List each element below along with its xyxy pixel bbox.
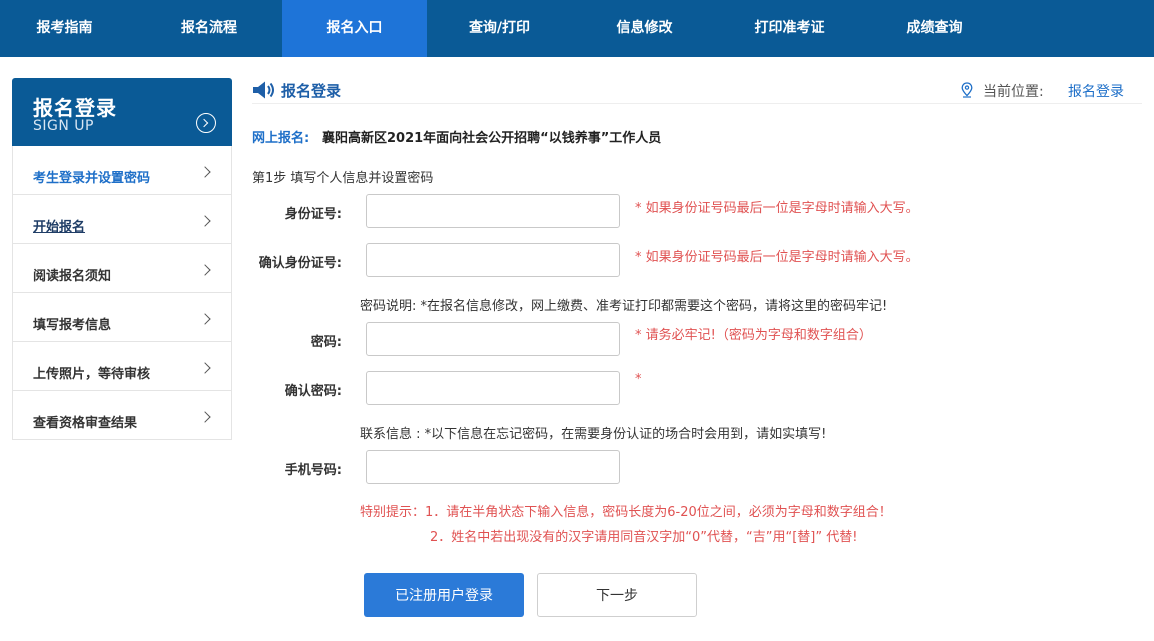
id-number-input[interactable] — [366, 194, 620, 228]
sidebar-title: 报名登录 — [33, 96, 117, 120]
sidebar-item-read-notice[interactable]: 阅读报名须知 — [13, 244, 231, 293]
sidebar-item-label: 查看资格审查结果 — [33, 416, 138, 431]
sidebar-item-label: 填写报考信息 — [33, 318, 112, 333]
chevron-right-icon — [199, 362, 211, 374]
nav-item-print-admission[interactable]: 打印准考证 — [717, 0, 862, 57]
speaker-icon — [253, 81, 274, 99]
confirm-id-number-hint: * 如果身份证号码最后一位是字母时请输入大写。 — [635, 250, 919, 265]
nav-item-query-print[interactable]: 查询/打印 — [427, 0, 572, 57]
chevron-right-icon — [199, 313, 211, 325]
page-title: 报名登录 — [281, 82, 342, 100]
next-step-button[interactable]: 下一步 — [537, 573, 697, 617]
circle-arrow-icon[interactable] — [196, 113, 216, 133]
id-number-label: 身份证号: — [284, 207, 342, 222]
step-label: 第1步 填写个人信息并设置密码 — [252, 171, 434, 186]
subheading-prefix: 网上报名: — [252, 131, 310, 146]
password-note: 密码说明: *在报名信息修改，网上缴费、准考证打印都需要这个密码，请将这里的密码… — [360, 299, 888, 314]
chevron-right-icon — [199, 411, 211, 423]
location-pin-icon — [961, 82, 973, 98]
subheading-text: 襄阳高新区2021年面向社会公开招聘“以钱养事”工作人员 — [322, 131, 662, 146]
top-nav: 报考指南 报名流程 报名入口 查询/打印 信息修改 打印准考证 成绩查询 — [0, 0, 1154, 57]
confirm-password-label: 确认密码: — [284, 384, 342, 399]
contact-note: 联系信息 : *以下信息在忘记密码，在需要身份认证的场合时会用到，请如实填写! — [360, 427, 827, 442]
password-hint: * 请务必牢记!（密码为字母和数字组合） — [635, 328, 872, 343]
phone-label: 手机号码: — [284, 463, 342, 478]
sidebar-item-login-set-password[interactable]: 考生登录并设置密码 — [13, 146, 231, 195]
sidebar-item-label: 上传照片，等待审核 — [33, 367, 151, 382]
sidebar-item-fill-info[interactable]: 填写报考信息 — [13, 293, 231, 342]
password-label: 密码: — [310, 335, 342, 350]
divider — [252, 103, 1142, 104]
sidebar-header: 报名登录 SIGN UP — [12, 78, 232, 146]
registered-user-login-button[interactable]: 已注册用户登录 — [364, 573, 524, 617]
special-tip-line-2: 2．姓名中若出现没有的汉字请用同音汉字加“0”代替，“吉”用“[替]” 代替! — [430, 530, 858, 545]
sidebar-item-label: 开始报名 — [33, 220, 86, 235]
breadcrumb-label: 当前位置: — [983, 84, 1044, 100]
confirm-id-number-label: 确认身份证号: — [258, 256, 342, 271]
breadcrumb-link[interactable]: 报名登录 — [1068, 81, 1124, 101]
sidebar-subtitle: SIGN UP — [33, 118, 94, 134]
nav-item-score-query[interactable]: 成绩查询 — [862, 0, 1007, 57]
sidebar-item-label: 阅读报名须知 — [33, 269, 112, 284]
special-tip-line-1: 特别提示：1．请在半角状态下输入信息，密码长度为6-20位之间，必须为字母和数字… — [360, 505, 892, 520]
nav-item-process[interactable]: 报名流程 — [145, 0, 273, 57]
confirm-password-input[interactable] — [366, 371, 620, 405]
id-number-hint: * 如果身份证号码最后一位是字母时请输入大写。 — [635, 201, 919, 216]
chevron-right-icon — [199, 264, 211, 276]
nav-item-registration-entry[interactable]: 报名入口 — [282, 0, 427, 57]
confirm-id-number-input[interactable] — [366, 243, 620, 277]
chevron-right-icon — [199, 215, 211, 227]
sidebar-item-label: 考生登录并设置密码 — [33, 171, 151, 186]
nav-item-info-modify[interactable]: 信息修改 — [572, 0, 717, 57]
phone-input[interactable] — [366, 450, 620, 484]
confirm-password-hint: * — [635, 372, 642, 387]
password-input[interactable] — [366, 322, 620, 356]
sidebar-item-start-registration[interactable]: 开始报名 — [13, 195, 231, 244]
sidebar-menu: 考生登录并设置密码 开始报名 阅读报名须知 填写报考信息 上传照片，等待审核 查… — [12, 146, 232, 440]
nav-item-guide[interactable]: 报考指南 — [0, 0, 129, 57]
sidebar-item-upload-photo[interactable]: 上传照片，等待审核 — [13, 342, 231, 391]
sidebar-item-review-result[interactable]: 查看资格审查结果 — [13, 391, 231, 440]
chevron-right-icon — [199, 166, 211, 178]
